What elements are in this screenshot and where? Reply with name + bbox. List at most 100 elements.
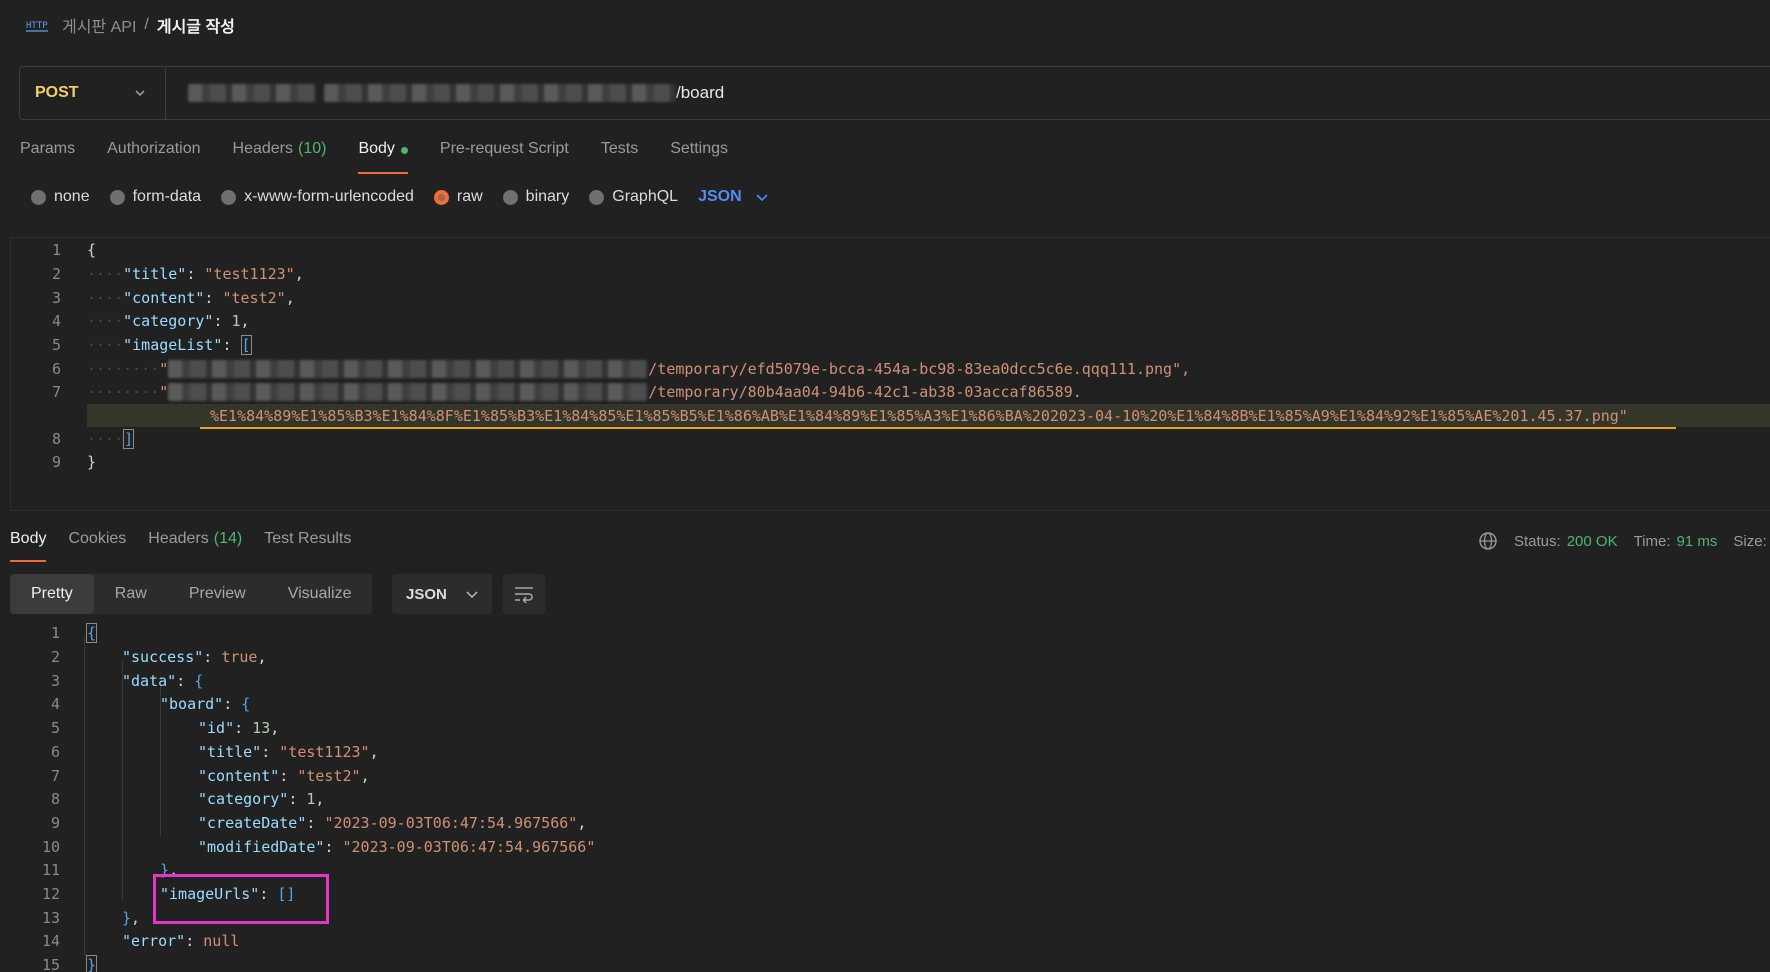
radio-x-www-form-urlencoded[interactable]: x-www-form-urlencoded xyxy=(221,188,414,206)
tab-tests[interactable]: Tests xyxy=(601,140,638,174)
tab-response-body[interactable]: Body xyxy=(10,530,47,562)
tab-response-headers[interactable]: Headers (14) xyxy=(148,530,242,562)
chevron-down-icon xyxy=(466,591,478,599)
tab-settings[interactable]: Settings xyxy=(670,140,728,174)
line-number: 8 xyxy=(51,430,61,448)
response-format-select[interactable]: JSON xyxy=(392,574,492,614)
response-tabs: Body Cookies Headers (14) Test Results xyxy=(10,530,351,562)
line-number: 6 xyxy=(51,360,61,378)
line-number: 2 xyxy=(50,648,60,666)
url-suffix: /board xyxy=(676,83,725,102)
tab-authorization[interactable]: Authorization xyxy=(107,140,200,174)
tab-params[interactable]: Params xyxy=(20,140,75,174)
breadcrumb: HTTP 게시판 API / 게시글 작성 xyxy=(26,12,235,38)
code-line: }, xyxy=(122,909,141,927)
method-select[interactable]: POST xyxy=(20,67,166,119)
code-line: } xyxy=(87,453,97,471)
line-number: 10 xyxy=(41,838,60,856)
line-number: 5 xyxy=(51,336,61,354)
body-type-radios: none form-data x-www-form-urlencoded raw… xyxy=(31,188,768,206)
redacted-url-part xyxy=(168,360,649,378)
radio-graphql[interactable]: GraphQL xyxy=(589,188,678,206)
code-line: ····"imageList": [ xyxy=(87,335,252,355)
tab-body[interactable]: Body xyxy=(358,140,409,174)
code-line: ········ "/temporary/80b4aa04-94b6-42c1-a… xyxy=(87,383,1082,401)
line-number: 14 xyxy=(41,932,60,950)
code-line: "title": "test1123", xyxy=(198,743,379,761)
line-number: 4 xyxy=(50,695,60,713)
code-line: { xyxy=(87,241,97,259)
line-number: 7 xyxy=(50,767,60,785)
line-number: 13 xyxy=(41,909,60,927)
request-tabs: Params Authorization Headers (10) Body Pr… xyxy=(20,140,728,174)
modified-dot-icon xyxy=(400,147,408,154)
code-line: "modifiedDate": "2023-09-03T06:47:54.967… xyxy=(198,838,596,856)
line-number: 4 xyxy=(51,312,61,330)
breadcrumb-separator: / xyxy=(144,16,149,33)
line-number: 9 xyxy=(50,814,60,832)
line-number: 15 xyxy=(41,956,60,972)
radio-none[interactable]: none xyxy=(31,188,90,206)
response-headers-count: (14) xyxy=(213,530,243,547)
response-status-bar: Status: 200 OK Time: 91 ms Size: xyxy=(1478,531,1767,551)
code-line: "category": 1, xyxy=(198,790,325,808)
line-number: 7 xyxy=(51,383,61,401)
code-line: } xyxy=(86,955,98,972)
view-raw[interactable]: Raw xyxy=(94,574,168,614)
code-line: ····] xyxy=(87,429,135,449)
line-number: 3 xyxy=(50,672,60,690)
view-visualize[interactable]: Visualize xyxy=(267,574,373,614)
time-label: Time: xyxy=(1633,532,1671,550)
view-pretty[interactable]: Pretty xyxy=(10,574,94,614)
breadcrumb-current[interactable]: 게시글 작성 xyxy=(157,13,235,37)
line-number: 8 xyxy=(50,790,60,808)
wrap-lines-icon xyxy=(515,587,533,603)
tab-headers[interactable]: Headers (10) xyxy=(233,140,327,174)
http-icon: HTTP xyxy=(26,21,48,32)
tab-cookies[interactable]: Cookies xyxy=(68,530,126,562)
code-line: "createDate": "2023-09-03T06:47:54.96756… xyxy=(198,814,587,832)
radio-icon xyxy=(502,189,518,205)
radio-selected-icon xyxy=(433,189,449,205)
line-number: 5 xyxy=(50,719,60,737)
svg-text:HTTP: HTTP xyxy=(26,21,48,31)
tab-test-results[interactable]: Test Results xyxy=(264,530,351,562)
url-bar: POST /board xyxy=(19,66,1770,120)
url-input[interactable]: /board xyxy=(166,83,724,103)
tab-pre-request-script[interactable]: Pre-request Script xyxy=(440,140,569,174)
response-format-label: JSON xyxy=(406,585,447,603)
radio-icon xyxy=(589,189,605,205)
line-number: 3 xyxy=(51,289,61,307)
headers-count: (10) xyxy=(298,140,327,157)
code-line: "id": 13, xyxy=(198,719,280,737)
line-number: 11 xyxy=(41,861,60,879)
radio-raw[interactable]: raw xyxy=(433,188,483,206)
code-line: ····"category": 1, xyxy=(87,312,250,330)
radio-binary[interactable]: binary xyxy=(502,188,569,206)
code-line: { xyxy=(86,623,98,643)
code-line: "data": { xyxy=(122,672,204,690)
wrap-lines-button[interactable] xyxy=(503,574,545,614)
time-value: 91 ms xyxy=(1676,532,1718,550)
redacted-url-part xyxy=(168,383,649,401)
response-view-switch: Pretty Raw Preview Visualize xyxy=(10,574,373,614)
code-line: ········ "/temporary/efd5079e-bcca-454a-b… xyxy=(87,360,1191,378)
line-number: 1 xyxy=(50,624,60,642)
request-body-editor[interactable]: 1 2 3 4 5 6 7 8 9 { ····"title": "test11… xyxy=(10,237,1770,511)
globe-icon[interactable] xyxy=(1478,531,1498,551)
radio-form-data[interactable]: form-data xyxy=(109,188,201,206)
body-format-select[interactable]: JSON xyxy=(698,188,768,206)
line-number: 12 xyxy=(41,885,60,903)
code-line: "error": null xyxy=(122,932,240,950)
radio-icon xyxy=(109,189,125,205)
breadcrumb-parent[interactable]: 게시판 API xyxy=(62,13,136,37)
code-line: ····"title": "test1123", xyxy=(87,265,304,283)
highlight-box-annotation xyxy=(153,874,329,924)
size-label: Size: xyxy=(1733,532,1767,550)
code-line-wrapped: %E1%84%89%E1%85%B3%E1%84%8F%E1%85%B3%E1%… xyxy=(210,407,1628,425)
radio-icon xyxy=(221,189,237,205)
line-number: 6 xyxy=(50,743,60,761)
redacted-url-part xyxy=(188,84,316,102)
status-label: Status: xyxy=(1514,532,1561,550)
view-preview[interactable]: Preview xyxy=(168,574,267,614)
